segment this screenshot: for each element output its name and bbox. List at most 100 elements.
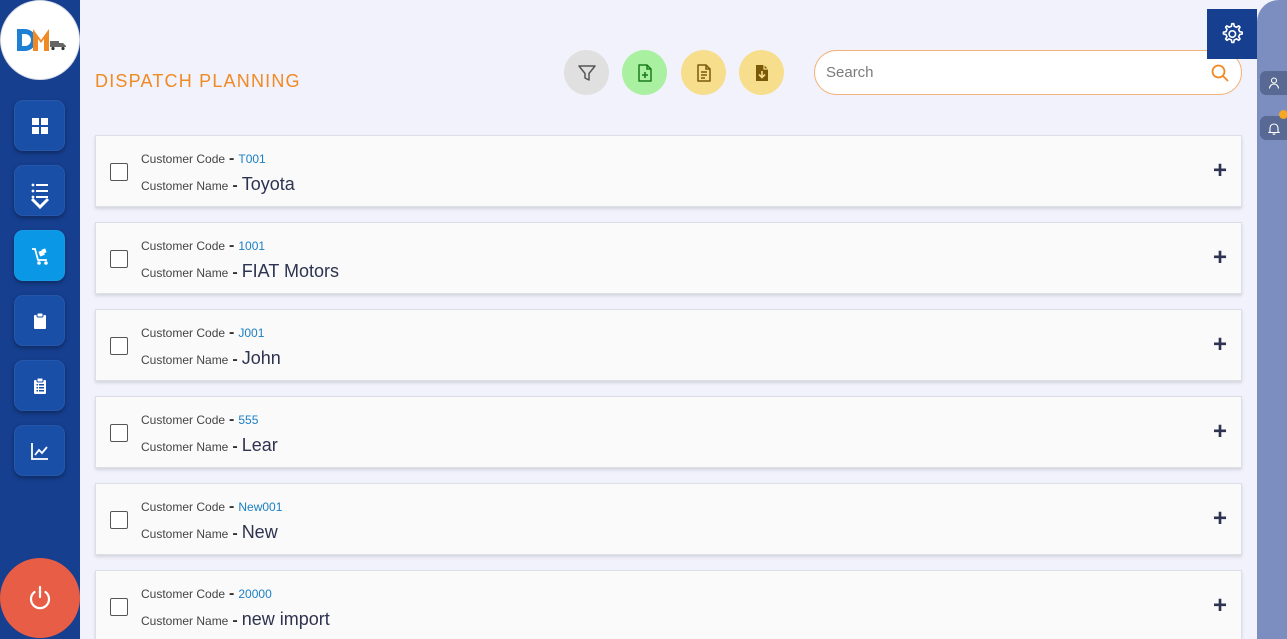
row-checkbox[interactable] [110,163,128,181]
customer-code-label: Customer Code [141,587,226,601]
customer-code-label: Customer Code [141,413,226,427]
customer-code-value: 555 [238,413,259,427]
clipboard-list-icon [33,377,46,394]
row-checkbox[interactable] [110,337,128,355]
expand-row-button[interactable]: + [1209,593,1231,619]
settings-button[interactable] [1207,9,1257,59]
sidebar-item-reports[interactable] [14,360,65,411]
dashboard-icon [31,117,48,134]
separator-dash: - [229,237,235,254]
search-input[interactable] [826,51,1206,94]
customer-code-value: J001 [238,326,265,340]
sidebar-item-dashboard[interactable] [14,100,65,151]
bell-icon [1267,122,1280,135]
separator-dash: - [229,585,235,602]
customer-name-label: Customer Name [141,527,229,541]
customer-code-value: New001 [238,500,283,514]
customer-name-label: Customer Name [141,266,229,280]
customer-row[interactable]: Customer Code - New001 Customer Name - New + [95,483,1242,555]
download-button[interactable] [739,50,784,95]
customer-name-line: Customer Name - New [141,522,278,543]
separator-dash: - [232,264,238,281]
row-checkbox[interactable] [110,424,128,442]
dispatch-trolley-icon [31,247,48,265]
filter-button[interactable] [564,50,609,95]
customer-name-line: Customer Name - new import [141,609,330,630]
customer-name-label: Customer Name [141,353,229,367]
customer-name-line: Customer Name - John [141,348,281,369]
customer-name-value: New [241,522,278,542]
page-title: DISPATCH PLANNING [95,71,301,91]
separator-dash: - [232,438,238,455]
chevron-down-icon [30,197,49,210]
separator-dash: - [232,525,238,542]
customer-code-line: Customer Code -1001 [141,237,265,255]
customer-name-line: Customer Name - Lear [141,435,278,456]
row-checkbox[interactable] [110,511,128,529]
separator-dash: - [229,150,235,167]
right-rail [1257,0,1287,639]
customer-name-line: Customer Name - FIAT Motors [141,261,339,282]
customer-name-value: FIAT Motors [241,261,340,281]
file-add-icon [637,63,652,82]
customer-code-line: Customer Code - J001 [141,324,264,342]
user-icon [1268,77,1279,89]
app-logo[interactable] [0,0,80,80]
customer-code-line: Customer Code - T001 [141,150,266,168]
customer-code-value: 20000 [238,587,272,601]
document-button[interactable] [681,50,726,95]
sidebar [0,0,80,639]
customer-row[interactable]: Customer Code -20000 Customer Name - new imp… [95,570,1242,639]
sidebar-item-dispatch[interactable] [14,230,65,281]
search-box [814,50,1242,95]
customer-row[interactable]: Customer Code -555 Customer Name - Lear + [95,396,1242,468]
customer-name-label: Customer Name [141,179,229,193]
separator-dash: - [229,411,235,428]
expand-row-button[interactable]: + [1209,158,1231,184]
customer-name-line: Customer Name - Toyota [141,174,295,195]
logout-button[interactable] [0,558,80,638]
sidebar-item-list[interactable] [14,165,65,216]
gear-icon [1222,22,1243,44]
customer-row[interactable]: Customer Code - T001 Customer Name - Toyota + [95,135,1242,207]
separator-dash: - [232,612,238,629]
expand-row-button[interactable]: + [1209,332,1231,358]
customer-code-value: T001 [238,152,266,166]
customer-name-value: new import [241,609,330,629]
clipboard-icon [33,312,46,329]
customer-code-value: 1001 [238,239,266,253]
chart-icon [30,442,48,460]
customer-code-line: Customer Code -20000 [141,585,272,603]
document-icon [696,63,711,82]
notifications-button[interactable] [1260,110,1287,140]
row-checkbox[interactable] [110,598,128,616]
customer-code-label: Customer Code [141,500,226,514]
customer-code-line: Customer Code -555 [141,411,258,429]
expand-row-button[interactable]: + [1209,506,1231,532]
separator-dash: - [229,324,235,341]
customer-name-value: John [241,348,281,368]
search-icon[interactable] [1211,64,1229,82]
file-download-icon [755,64,768,81]
separator-dash: - [232,177,238,194]
customer-row[interactable]: Customer Code -1001 Customer Name - FIAT Mot… [95,222,1242,294]
sidebar-item-orders[interactable] [14,295,65,346]
customer-name-value: Lear [241,435,278,455]
customer-code-label: Customer Code [141,326,226,340]
expand-row-button[interactable]: + [1209,245,1231,271]
expand-row-button[interactable]: + [1209,419,1231,445]
notification-dot [1279,110,1287,119]
customer-code-line: Customer Code - New001 [141,498,282,516]
filter-icon [577,64,596,81]
profile-button[interactable] [1260,71,1287,95]
add-file-button[interactable] [622,50,667,95]
row-checkbox[interactable] [110,250,128,268]
customer-name-label: Customer Name [141,614,229,628]
customer-code-label: Customer Code [141,239,226,253]
separator-dash: - [229,498,235,515]
separator-dash: - [232,351,238,368]
power-icon [29,585,51,610]
sidebar-item-analytics[interactable] [14,425,65,476]
customer-name-label: Customer Name [141,440,229,454]
customer-row[interactable]: Customer Code - J001 Customer Name - John + [95,309,1242,381]
